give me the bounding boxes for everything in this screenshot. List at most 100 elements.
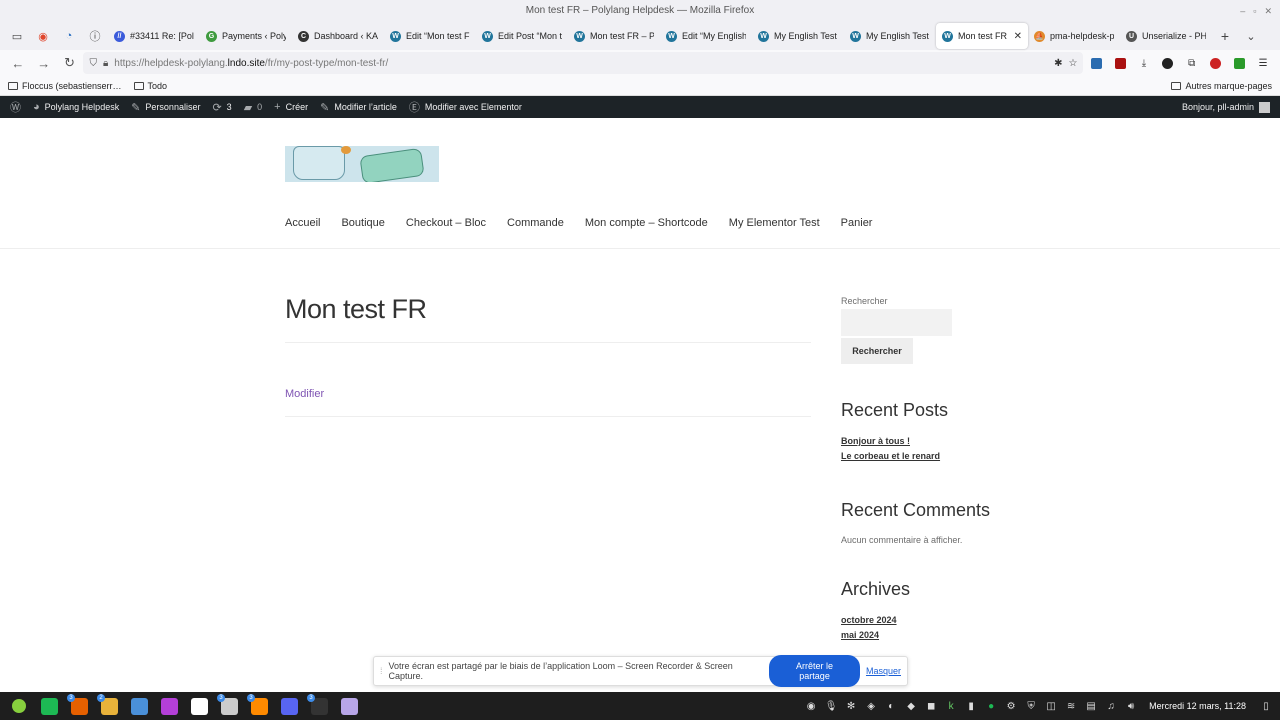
- volume-icon[interactable]: 🔊︎: [1121, 701, 1141, 712]
- lock-icon[interactable]: 🔒︎: [103, 58, 108, 69]
- new-tab-icon[interactable]: +: [1212, 23, 1238, 49]
- browser-tab[interactable]: W Edit Post “Mon t: [476, 23, 568, 49]
- menu-item-boutique[interactable]: Boutique: [341, 217, 384, 229]
- edit-with-elementor-link[interactable]: Ⓔ Modifier avec Elementor: [403, 96, 528, 118]
- edit-post-link[interactable]: Modifier: [285, 388, 324, 400]
- browser-tab[interactable]: W Mon test FR - ✕: [936, 23, 1028, 49]
- bookmark-folder[interactable]: Todo: [133, 81, 167, 91]
- clipboard-icon[interactable]: ▤: [1081, 701, 1101, 712]
- browser-tab[interactable]: W Edit “My English: [660, 23, 752, 49]
- bug-icon[interactable]: ✱: [1054, 58, 1062, 69]
- tracking-protection-icon[interactable]: ⛉: [89, 58, 97, 69]
- bookmark-folder[interactable]: Floccus (sebastienserr…: [8, 81, 122, 91]
- microphone-icon[interactable]: 🎙︎: [821, 701, 841, 712]
- browser-tab[interactable]: U Unserialize - PH: [1120, 23, 1212, 49]
- app-tray-icon[interactable]: ◆: [901, 701, 921, 712]
- bookmark-star-icon[interactable]: ☆: [1068, 58, 1077, 69]
- archive-link[interactable]: octobre 2024: [841, 613, 1031, 628]
- site-name-link[interactable]: ◕ Polylang Helpdesk: [27, 96, 125, 118]
- app-tray-icon[interactable]: ◐: [881, 701, 901, 712]
- slack-tray-icon[interactable]: ✻: [841, 701, 861, 712]
- start-menu-icon[interactable]: [5, 694, 33, 718]
- info-icon[interactable]: ⓘ: [82, 23, 108, 49]
- menu-item-panier[interactable]: Panier: [841, 217, 873, 229]
- hide-banner-link[interactable]: Masquer: [866, 666, 901, 676]
- terminal-window-icon[interactable]: 3: [215, 694, 243, 718]
- back-icon[interactable]: ←: [6, 51, 30, 75]
- extension-icon[interactable]: [1228, 52, 1250, 74]
- sublime-icon[interactable]: 3: [245, 694, 273, 718]
- other-bookmarks[interactable]: Autres marque-pages: [1171, 81, 1272, 91]
- recent-post-link[interactable]: Bonjour à tous !: [841, 434, 1031, 449]
- ublock-icon[interactable]: [1109, 52, 1131, 74]
- phpstorm-icon[interactable]: [155, 694, 183, 718]
- search-button[interactable]: Rechercher: [841, 338, 913, 364]
- tab-list-icon[interactable]: ⌄: [1238, 23, 1264, 49]
- recent-post-link[interactable]: Le corbeau et le renard: [841, 449, 1031, 464]
- browser-tab[interactable]: W Mon test FR – Po: [568, 23, 660, 49]
- tab-overview-icon[interactable]: ▭: [4, 23, 30, 49]
- pinned-tab-icon[interactable]: ◉: [30, 23, 56, 49]
- stop-sharing-button[interactable]: Arrêter le partage: [769, 655, 860, 687]
- pinned-tab-icon[interactable]: ◔: [56, 23, 82, 49]
- menu-item-accueil[interactable]: Accueil: [285, 217, 320, 229]
- show-desktop-icon[interactable]: ▯: [1256, 701, 1276, 712]
- battery-icon[interactable]: ▮: [961, 701, 981, 712]
- close-window-button[interactable]: ✕: [1264, 0, 1272, 22]
- firefox-icon[interactable]: 3: [65, 694, 93, 718]
- browser-tab[interactable]: ⛵ pma-helpdesk-p: [1028, 23, 1120, 49]
- browser-tab[interactable]: // #33411 Re: [Pol: [108, 23, 200, 49]
- forward-icon[interactable]: →: [32, 51, 56, 75]
- music-icon[interactable]: ♫: [1101, 701, 1121, 712]
- clock[interactable]: Mercredi 12 mars, 11:28: [1149, 701, 1246, 711]
- url-bar[interactable]: ⛉ 🔒︎ https://helpdesk-polylang.lndo.site…: [83, 52, 1084, 74]
- search-input[interactable]: [841, 309, 952, 336]
- comments-link[interactable]: ▰ 0: [238, 96, 268, 118]
- account-link[interactable]: Bonjour, pll-admin: [1176, 96, 1276, 118]
- folder-icon: [8, 81, 18, 90]
- wordpress-logo-icon[interactable]: Ⓦ: [4, 96, 27, 118]
- spotify-icon[interactable]: [35, 694, 63, 718]
- browser-tab[interactable]: G Payments ‹ Poly: [200, 23, 292, 49]
- discord-icon[interactable]: [275, 694, 303, 718]
- archive-link[interactable]: mai 2024: [841, 628, 1031, 643]
- dropbox-icon[interactable]: ◈: [861, 701, 881, 712]
- browser-tab[interactable]: W My English Test: [752, 23, 844, 49]
- extension-icon[interactable]: [1157, 52, 1179, 74]
- extension-icon[interactable]: [1085, 52, 1107, 74]
- menu-item-elementor-test[interactable]: My Elementor Test: [729, 217, 820, 229]
- keepass-icon[interactable]: k: [941, 701, 961, 712]
- notes-icon[interactable]: [335, 694, 363, 718]
- wifi-icon[interactable]: ≋: [1061, 701, 1081, 712]
- menu-item-checkout[interactable]: Checkout – Bloc: [406, 217, 486, 229]
- download-icon[interactable]: ⤓: [1133, 52, 1155, 74]
- discord-tray-icon[interactable]: ◉: [801, 701, 821, 712]
- reload-icon[interactable]: ↻: [58, 51, 82, 75]
- mail-icon[interactable]: [125, 694, 153, 718]
- new-content-link[interactable]: + Créer: [268, 96, 314, 118]
- browser-tab[interactable]: W My English Test: [844, 23, 936, 49]
- spotify-tray-icon[interactable]: ●: [981, 701, 1001, 712]
- site-logo[interactable]: [285, 146, 439, 182]
- updates-link[interactable]: ⟳ 3: [206, 96, 237, 118]
- update-icon[interactable]: ⚙: [1001, 701, 1021, 712]
- drag-handle-icon[interactable]: ⁞: [380, 666, 383, 676]
- edit-post-link[interactable]: ✎ Modifier l’article: [314, 96, 403, 118]
- menu-item-commande[interactable]: Commande: [507, 217, 564, 229]
- puzzle-icon[interactable]: ⧉: [1181, 52, 1203, 74]
- close-tab-icon[interactable]: ✕: [1014, 31, 1022, 42]
- files-icon[interactable]: 2: [95, 694, 123, 718]
- customize-link[interactable]: ✎ Personnaliser: [125, 96, 206, 118]
- maximize-button[interactable]: ▫: [1253, 0, 1256, 22]
- app-tray-icon[interactable]: ◼: [921, 701, 941, 712]
- browser-tab[interactable]: C Dashboard ‹ KA: [292, 23, 384, 49]
- menu-item-mon-compte[interactable]: Mon compte – Shortcode: [585, 217, 708, 229]
- menu-icon[interactable]: ☰: [1252, 52, 1274, 74]
- browser-tab[interactable]: W Edit “Mon test F: [384, 23, 476, 49]
- shield-icon[interactable]: ⛨: [1021, 701, 1041, 712]
- slack-icon[interactable]: [185, 694, 213, 718]
- network-icon[interactable]: ◫: [1041, 701, 1061, 712]
- extension-icon[interactable]: [1205, 52, 1227, 74]
- terminal-icon[interactable]: 3: [305, 694, 333, 718]
- minimize-button[interactable]: –: [1240, 0, 1245, 22]
